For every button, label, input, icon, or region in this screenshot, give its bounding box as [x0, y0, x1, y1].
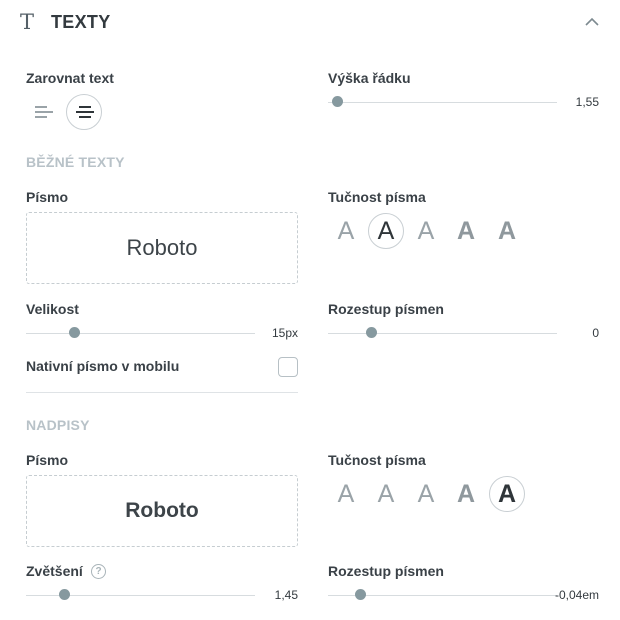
align-center-icon	[76, 106, 94, 118]
font-weight-option[interactable]: A	[328, 213, 364, 249]
heading-weight-label: Tučnost písma	[328, 452, 426, 468]
align-left-button[interactable]	[26, 94, 62, 130]
slider-thumb[interactable]	[366, 327, 377, 338]
native-font-label: Nativní písmo v mobilu	[26, 358, 180, 374]
heading-spacing-slider[interactable]	[328, 589, 557, 601]
body-size-slider[interactable]	[26, 327, 255, 339]
body-size-value: 15px	[271, 326, 298, 340]
font-weight-option[interactable]: A	[368, 213, 404, 249]
heading-spacing-label: Rozestup písmen	[328, 563, 444, 579]
heading-font-label: Písmo	[26, 452, 69, 468]
font-weight-option[interactable]: A	[489, 213, 525, 249]
align-left-icon	[35, 106, 53, 118]
align-label: Zarovnat text	[26, 70, 114, 86]
font-weight-option[interactable]: A	[368, 476, 404, 512]
font-weight-option[interactable]: A	[328, 476, 364, 512]
font-weight-option[interactable]: A	[489, 476, 525, 512]
heading-scale-value: 1,45	[274, 588, 298, 602]
font-weight-option[interactable]: A	[448, 213, 484, 249]
heading-spacing-value: -0,04em	[554, 588, 599, 602]
line-height-label: Výška řádku	[328, 70, 411, 86]
section-body-texts: BĚŽNÉ TEXTY	[26, 154, 125, 170]
font-weight-option[interactable]: A	[408, 213, 444, 249]
chevron-up-icon[interactable]	[582, 14, 602, 30]
heading-font-picker[interactable]: Roboto	[26, 475, 298, 547]
slider-track	[328, 101, 557, 103]
slider-thumb[interactable]	[59, 589, 71, 600]
section-headings: NADPISY	[26, 417, 90, 433]
slider-thumb[interactable]	[68, 327, 80, 338]
body-size-label: Velikost	[26, 301, 79, 317]
native-font-checkbox[interactable]	[278, 357, 298, 377]
body-spacing-label: Rozestup písmen	[328, 301, 444, 317]
line-height-value: 1,55	[575, 95, 599, 109]
body-weight-label: Tučnost písma	[328, 189, 426, 205]
slider-thumb[interactable]	[331, 96, 343, 107]
texty-panel-header[interactable]: T TEXTY	[0, 0, 620, 46]
font-weight-option[interactable]: A	[448, 476, 484, 512]
body-font-label: Písmo	[26, 189, 69, 205]
text-icon: T	[20, 10, 35, 34]
body-font-picker[interactable]: Roboto	[26, 212, 298, 284]
align-center-button[interactable]	[66, 94, 102, 130]
heading-scale-label: Zvětšení	[26, 563, 83, 579]
slider-track	[26, 332, 255, 334]
slider-thumb[interactable]	[354, 589, 366, 600]
body-spacing-value: 0	[592, 326, 599, 340]
help-icon[interactable]: ?	[91, 564, 106, 579]
line-height-slider[interactable]	[328, 96, 557, 108]
heading-scale-slider[interactable]	[26, 589, 255, 601]
body-spacing-slider[interactable]	[328, 327, 557, 339]
font-weight-option[interactable]: A	[408, 476, 444, 512]
panel-title: TEXTY	[51, 12, 111, 32]
divider	[26, 392, 298, 393]
slider-track	[328, 332, 557, 334]
